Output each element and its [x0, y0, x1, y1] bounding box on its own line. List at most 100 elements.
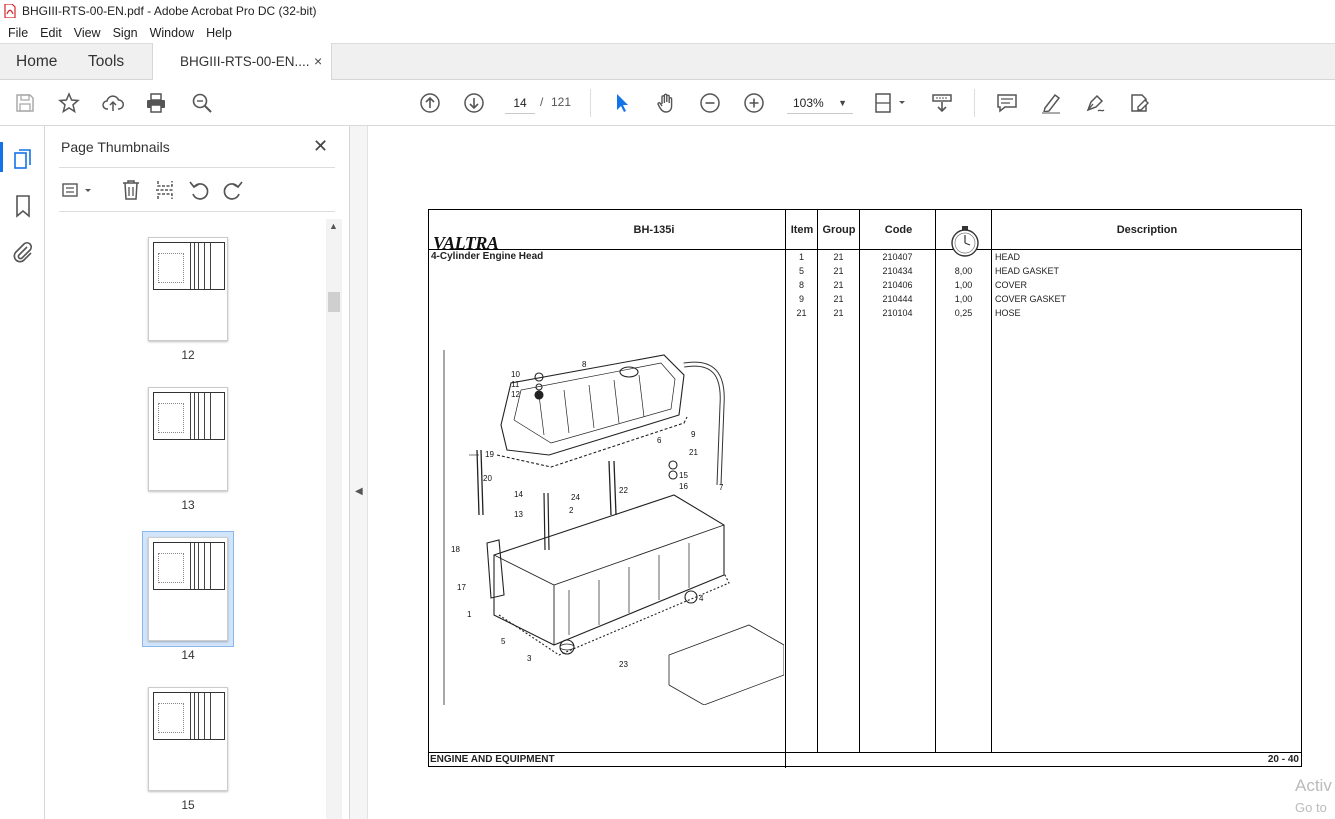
callout-label: 11	[511, 380, 520, 389]
page-thumbnail[interactable]	[148, 687, 228, 791]
cell-time: 8,00	[954, 266, 973, 276]
save-button[interactable]	[13, 91, 37, 115]
page-footer: ENGINE AND EQUIPMENT 20 - 40	[429, 752, 1301, 767]
menu-edit[interactable]: Edit	[34, 26, 68, 40]
cell-item: 21	[796, 308, 807, 318]
callout-label: 14	[514, 490, 523, 499]
menu-view[interactable]: View	[68, 26, 107, 40]
col-description-header: Description	[1116, 224, 1178, 236]
tab-document[interactable]: BHGIII-RTS-00-EN.... ×	[152, 43, 332, 81]
rotate-right-icon[interactable]	[221, 178, 245, 202]
thumbnail-column-line	[204, 543, 205, 589]
callout-label: 12	[511, 390, 520, 399]
thumbnail-preview	[153, 692, 225, 740]
thumbnail-column-line	[210, 393, 211, 439]
thumbnail-options-icon[interactable]	[61, 178, 95, 202]
page-total: 121	[551, 95, 572, 109]
zoom-level-select[interactable]: 103% ▼	[787, 92, 853, 114]
menu-sign[interactable]: Sign	[107, 26, 144, 40]
page-layout-button[interactable]	[873, 91, 909, 115]
scrollbar-thumb[interactable]	[328, 292, 340, 312]
star-icon	[58, 92, 80, 114]
menu-file[interactable]: File	[2, 26, 34, 40]
callout-label: 15	[679, 471, 688, 480]
bookmark-icon[interactable]	[11, 194, 35, 218]
cell-code: 210444	[882, 294, 913, 304]
collapse-left-icon[interactable]: ◀	[355, 486, 363, 497]
cell-code: 210104	[882, 308, 913, 318]
panel-divider	[59, 211, 335, 212]
callout-label: 17	[457, 583, 466, 592]
table-column-line	[935, 210, 936, 752]
callout-label: 22	[619, 486, 628, 495]
sign-icon	[1131, 94, 1149, 112]
col-group-header: Group	[822, 224, 856, 236]
callout-label: 6	[657, 436, 662, 445]
page-fit-icon	[875, 93, 905, 113]
col-code-header: Code	[884, 224, 913, 236]
arrow-down-circle-icon	[464, 93, 484, 113]
callout-label: 10	[511, 370, 520, 379]
stopwatch-icon	[951, 226, 979, 257]
cell-item: 1	[798, 252, 804, 262]
fill-sign-button[interactable]	[1127, 91, 1151, 115]
cell-description: HEAD	[995, 252, 1021, 262]
comment-button[interactable]	[995, 91, 1019, 115]
cell-group: 21	[833, 308, 844, 318]
cell-group: 21	[833, 280, 844, 290]
callout-label: 19	[485, 450, 494, 459]
pdf-file-icon	[4, 4, 16, 18]
highlight-button[interactable]	[1039, 91, 1063, 115]
tab-close-button[interactable]: ×	[314, 53, 322, 69]
thumbnail-column-line	[204, 693, 205, 739]
extract-pages-icon[interactable]	[153, 178, 177, 202]
attachment-icon[interactable]	[11, 240, 35, 264]
page-thumbnail[interactable]	[148, 537, 228, 641]
page-thumbnail[interactable]	[148, 237, 228, 341]
toolbar-divider	[590, 89, 591, 117]
panel-close-button[interactable]: ✕	[313, 136, 328, 157]
thumbnail-column-line	[190, 693, 191, 739]
hand-icon	[657, 93, 673, 113]
next-page-button[interactable]	[462, 91, 486, 115]
menu-window[interactable]: Window	[144, 26, 200, 40]
rotate-left-icon[interactable]	[187, 178, 211, 202]
cell-code: 210406	[882, 280, 913, 290]
hand-tool-button[interactable]	[654, 91, 678, 115]
menu-help[interactable]: Help	[200, 26, 238, 40]
thumbnail-column-line	[204, 393, 205, 439]
cell-description: HEAD GASKET	[995, 266, 1060, 276]
zoom-out-button[interactable]	[698, 91, 722, 115]
callout-label: 9	[691, 430, 696, 439]
activation-watermark-subtext: Go to	[1295, 800, 1327, 815]
page-thumbnails-icon[interactable]	[11, 148, 35, 172]
scroll-mode-button[interactable]	[930, 91, 954, 115]
navigation-rail	[0, 126, 45, 819]
cell-time: 1,00	[954, 280, 973, 290]
thumbnail-column-line	[198, 693, 199, 739]
find-button[interactable]	[190, 91, 214, 115]
page-number-input[interactable]: 14	[505, 92, 535, 114]
bookmark-star-button[interactable]	[57, 91, 81, 115]
cell-code: 210434	[882, 266, 913, 276]
thumbnail-column-line	[190, 393, 191, 439]
print-button[interactable]	[144, 91, 168, 115]
upload-button[interactable]	[101, 91, 125, 115]
zoom-in-button[interactable]	[742, 91, 766, 115]
delete-pages-icon[interactable]	[119, 178, 143, 202]
callout-label: 5	[501, 637, 506, 646]
previous-page-button[interactable]	[418, 91, 442, 115]
callout-label: 23	[619, 660, 628, 669]
tab-home[interactable]: Home	[16, 53, 57, 71]
rail-active-indicator	[0, 142, 3, 172]
document-viewport[interactable]: VALTRA BH-135i Item Group Code Descripti…	[368, 126, 1335, 819]
thumbnail-column-line	[198, 543, 199, 589]
tab-tools[interactable]: Tools	[88, 53, 124, 71]
draw-button[interactable]	[1083, 91, 1107, 115]
select-tool-button[interactable]	[610, 91, 634, 115]
arrow-up-circle-icon	[420, 93, 440, 113]
page-thumbnail[interactable]	[148, 387, 228, 491]
scroll-up-arrow-icon[interactable]: ▲	[329, 221, 338, 231]
panel-collapse-bar[interactable]: ◀	[350, 126, 368, 819]
thumbnail-page-number: 15	[181, 798, 195, 812]
